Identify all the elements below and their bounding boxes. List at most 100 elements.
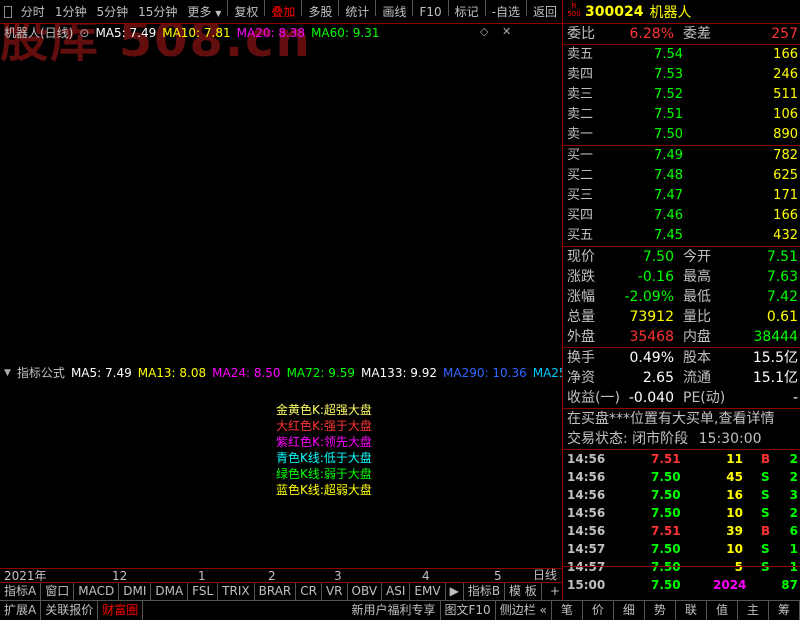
sell-level-0[interactable]: 卖五 7.54 166 [563,45,800,65]
tick-volume: 39 [726,524,743,538]
tab-brar[interactable]: BRAR [255,583,297,600]
menu-square-icon[interactable] [4,5,12,18]
button-duogu[interactable]: 多股 [303,0,337,24]
quote-label: 现价 [567,249,595,265]
buy-level-4[interactable]: 买五 7.45 432 [563,226,800,246]
notice-line[interactable]: 在买盘***位置有大买单,查看详情 [563,409,800,429]
quote-value: 7.42 [766,289,798,305]
bottom-related-quotes[interactable]: 关联报价 [41,601,99,620]
button-zixuan[interactable]: -自选 [487,0,525,24]
fund-value: 15.5亿 [752,350,798,366]
time-tick-label: 12 [112,569,128,583]
button-biaoji[interactable]: 标记 [450,0,484,24]
button-huaxian[interactable]: 画线 [377,0,411,24]
legend-ind-ma133: MA133: 9.92 [360,366,438,380]
tick-price: 7.50 [651,488,681,502]
tab-trix[interactable]: TRIX [218,583,255,600]
buy-level-1[interactable]: 买二 7.48 625 [563,166,800,186]
sell-level-2[interactable]: 卖三 7.52 511 [563,85,800,105]
stock-header: R 500 300024 机器人 [563,0,800,24]
quote-row: 外盘 35468 内盘 38444 [563,327,800,347]
button-back[interactable]: 返回 [528,0,562,24]
quote-fundamentals: 换手 0.49% 股本 15.5亿 净资 2.65 流通 15.1亿 收益(一)… [563,348,800,408]
button-tongji[interactable]: 统计 [340,0,374,24]
buy-level-0[interactable]: 买一 7.49 782 [563,146,800,166]
bottom-f10[interactable]: 图文F10 [441,601,496,620]
tab-zhi[interactable]: 值 [707,601,738,620]
tab-shi[interactable]: 势 [645,601,676,620]
sell-volume: 890 [773,127,798,142]
indicator-notes: 金黄色K:超强大盘 大红色K:强于大盘 紫红色K:领先大盘 青色K线:低于大盘 绿色K线… [276,402,372,498]
tab-zhibiao-b[interactable]: 指标B [464,583,506,600]
divider [227,0,229,16]
quote-value: 7.63 [766,269,798,285]
sell-level-4[interactable]: 卖一 7.50 890 [563,125,800,145]
tick-price: 7.50 [651,470,681,484]
tab-more[interactable]: 更多 ▼ [182,0,226,24]
tab-asi[interactable]: ASI [382,583,411,600]
tab-bi[interactable]: 笔 [552,601,583,620]
legend-ind-ma13: MA13: 8.08 [137,366,207,380]
tab-chou[interactable]: 筹 [769,601,800,620]
tab-fsl[interactable]: FSL [188,583,219,600]
sell-volume: 106 [773,107,798,122]
tab-15min[interactable]: 15分钟 [133,0,182,24]
time-tick-label: 1 [198,569,206,583]
tick-time: 14:56 [567,470,606,484]
divider [412,0,414,16]
legend-ind-ma290: MA290: 10.36 [443,366,527,380]
divider [264,0,266,16]
tab-scroll[interactable]: ▶ [446,583,464,600]
tick-list[interactable]: 14:56 7.51 11 B 2 14:56 7.50 45 S 2 14:5… [563,450,800,594]
buy-level-3[interactable]: 买四 7.46 166 [563,206,800,226]
sell-level-3[interactable]: 卖二 7.51 106 [563,105,800,125]
chart-area[interactable]: 12.0011.5011.0010.5010.009.509.008.508.0… [0,24,574,568]
tab-jia[interactable]: 价 [583,601,614,620]
tab-5min[interactable]: 5分钟 [91,0,133,24]
tab-zhu[interactable]: 主 [738,601,769,620]
diamond-icon[interactable]: ◇ [480,25,488,38]
trade-state-label: 交易状态: [567,431,628,447]
legend-ind-ma24: MA24: 8.50 [212,366,281,380]
tab-fenshi[interactable]: 分时 [16,0,50,24]
buy-level-2[interactable]: 买三 7.47 171 [563,186,800,206]
tab-1min[interactable]: 1分钟 [50,0,92,24]
tab-vr[interactable]: VR [322,583,348,600]
tab-dma[interactable]: DMA [151,583,189,600]
settings-icon[interactable]: ⊙ [79,25,89,41]
fund-value: 15.1亿 [752,370,798,386]
bottom-new-user[interactable]: 新用户福利专享 [348,601,441,620]
chevron-down-icon[interactable]: ▼ [4,365,11,381]
tab-obv[interactable]: OBV [348,583,383,600]
fund-row: 净资 2.65 流通 15.1亿 [563,368,800,388]
button-f10[interactable]: F10 [414,0,446,24]
tab-dmi[interactable]: DMI [119,583,152,600]
fund-value: 2.65 [642,370,674,386]
tick-row: 14:57 7.50 5 S 1 [563,558,800,576]
fund-label: 流通 [683,370,711,386]
buy-label: 买三 [567,188,594,203]
bottom-wealth-circle[interactable]: 财富圈 [98,601,144,620]
fund-value: 0.49% [629,350,674,366]
bottom-expand-a[interactable]: 扩展A [0,601,42,620]
tab-lian[interactable]: 联 [676,601,707,620]
bottom-sidebar[interactable]: 侧边栏 « [496,601,552,620]
tab-cr[interactable]: CR [296,583,322,600]
tick-count: 1 [789,560,798,574]
tab-zhibiao-a[interactable]: 指标A [0,583,42,600]
buy-orders: 买一 7.49 782 买二 7.48 625 买三 7.47 171 买四 7… [563,146,800,246]
tab-xi[interactable]: 细 [614,601,645,620]
weibi-row: 委比 6.28% 委差 257 [563,24,800,44]
tab-window[interactable]: 窗口 [41,583,75,600]
button-diejia[interactable]: 叠加 [266,0,300,24]
rp-tab-daily[interactable]: 日线 [527,568,563,582]
button-fuquan[interactable]: 复权 [229,0,263,24]
sell-level-1[interactable]: 卖四 7.53 246 [563,65,800,85]
tab-macd[interactable]: MACD [74,583,120,600]
close-icon[interactable]: ✕ [502,25,511,38]
quote-value: 7.51 [766,249,798,265]
tab-template[interactable]: 模 板 [505,583,542,600]
tick-row: 15:00 7.50 2024 87 [563,576,800,594]
divider [338,0,340,16]
tab-emv[interactable]: EMV [410,583,446,600]
